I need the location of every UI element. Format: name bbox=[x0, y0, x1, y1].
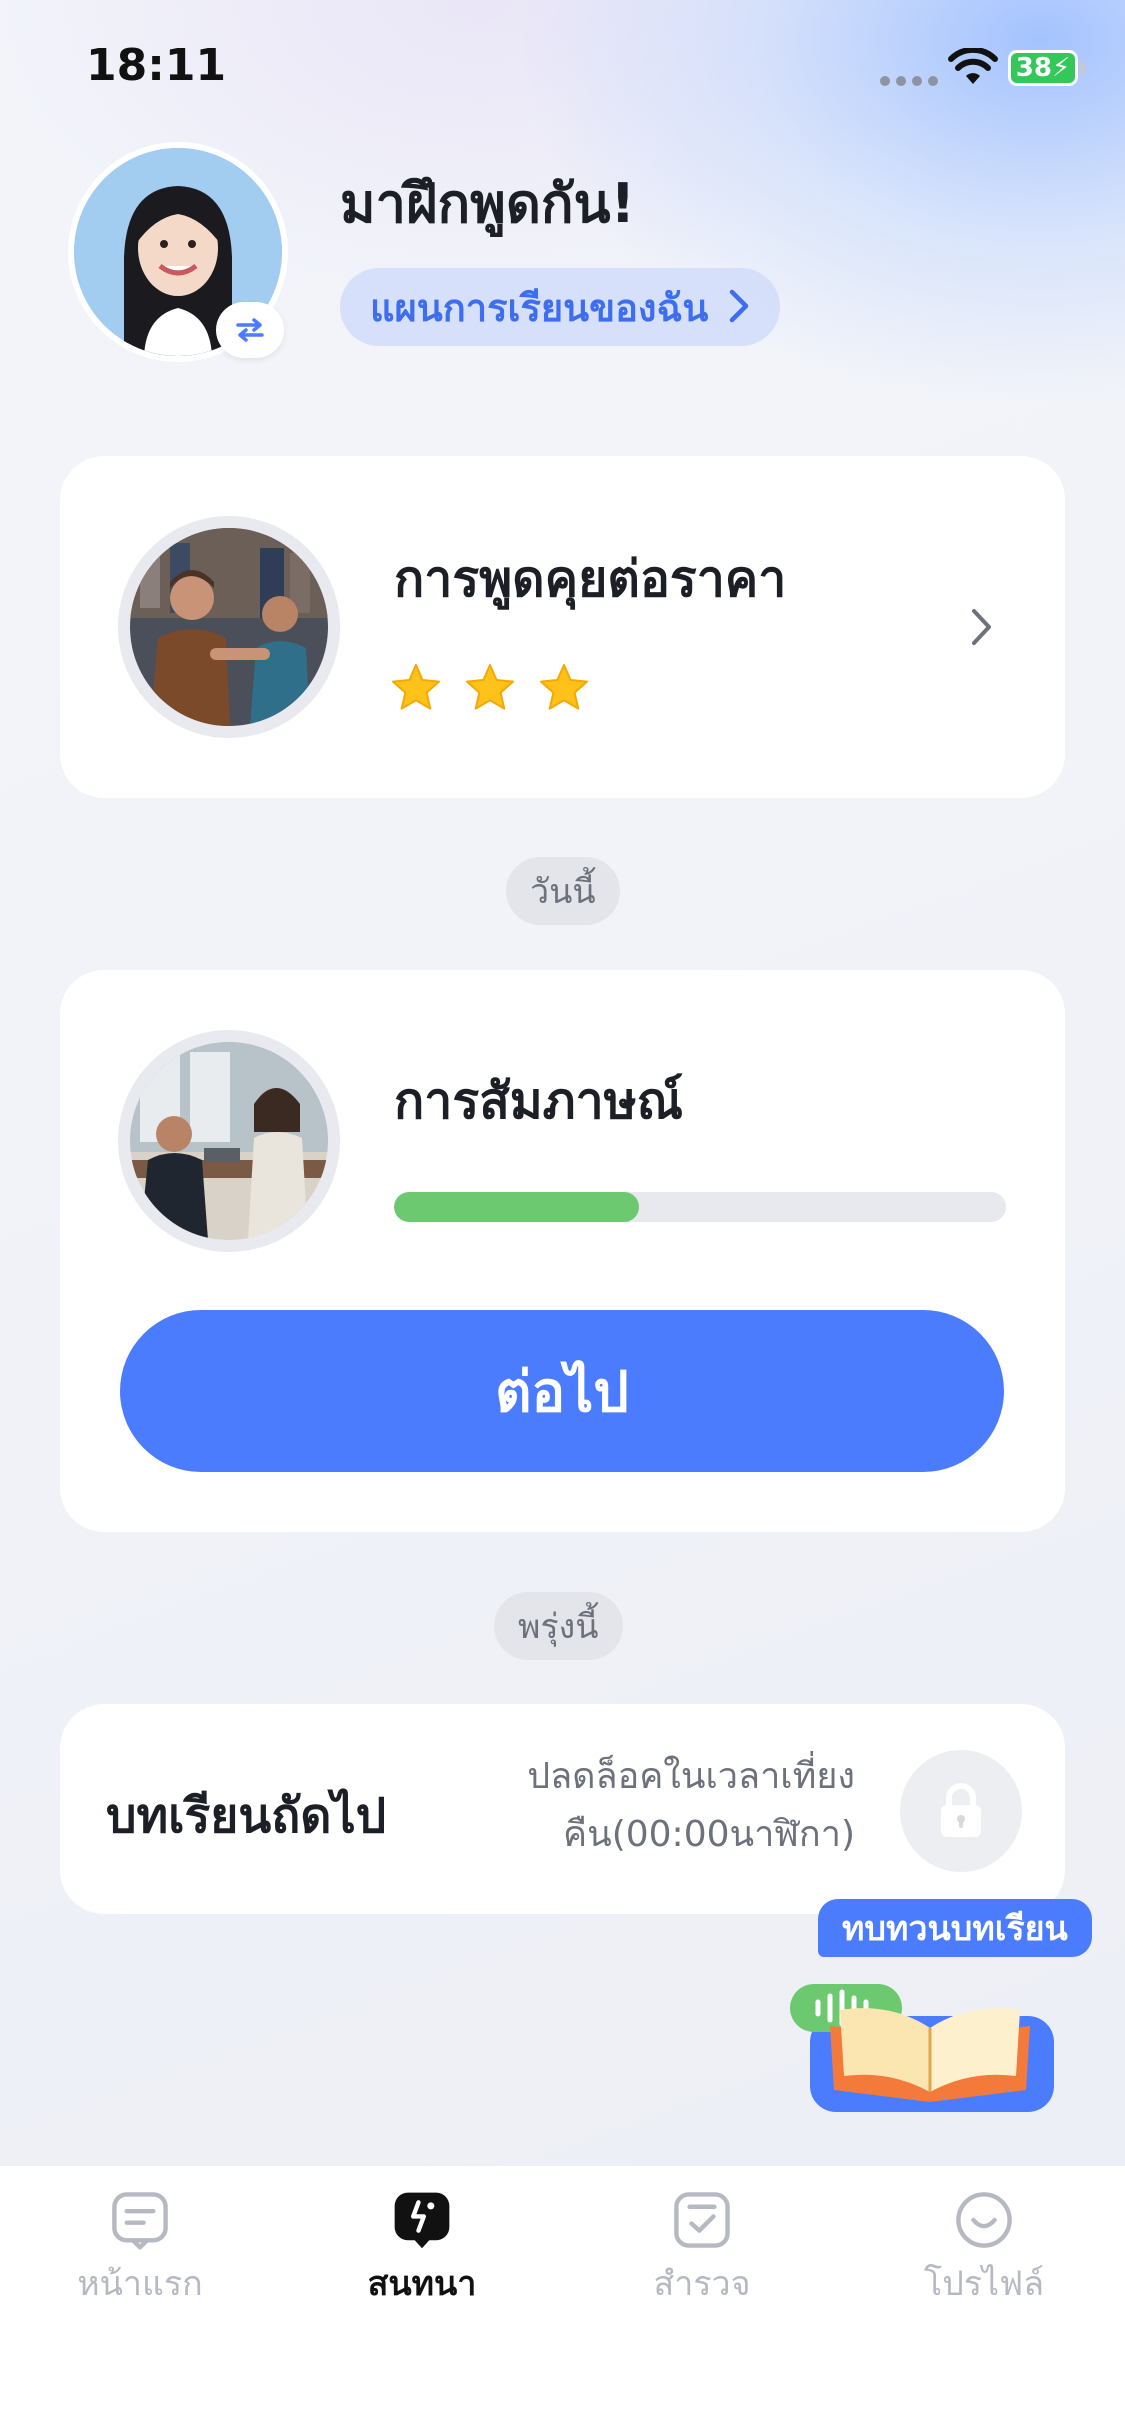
greeting-title: มาฝึกพูดกัน! bbox=[340, 172, 636, 235]
talk-icon bbox=[394, 2192, 450, 2249]
tab-home[interactable]: หน้าแรก bbox=[40, 2190, 240, 2310]
wifi-icon bbox=[948, 48, 998, 84]
interview-photo-icon bbox=[130, 1042, 328, 1240]
swap-arrows-icon bbox=[236, 318, 264, 342]
completed-lesson-title: การพูดคุยต่อราคา bbox=[394, 550, 787, 608]
next-lesson-title: บทเรียนถัดไป bbox=[106, 1788, 387, 1844]
tomorrow-label: พรุ่งนี้ bbox=[494, 1592, 623, 1660]
tutor-avatar-container[interactable] bbox=[68, 142, 288, 362]
battery-indicator: 38 ⚡ bbox=[1008, 50, 1078, 86]
star-icon bbox=[540, 664, 588, 710]
lesson-progress-bar bbox=[394, 1192, 1006, 1222]
star-icon bbox=[392, 664, 440, 710]
tab-label: โปรไฟล์ bbox=[923, 2264, 1045, 2304]
today-lesson-card: การสัมภาษณ์ ต่อไป bbox=[60, 970, 1065, 1532]
completed-lesson-card[interactable]: การพูดคุยต่อราคา bbox=[60, 456, 1065, 798]
home-chat-icon bbox=[112, 2192, 168, 2250]
continue-button[interactable]: ต่อไป bbox=[120, 1310, 1004, 1472]
tab-label: สำรวจ bbox=[653, 2264, 751, 2304]
tab-label: หน้าแรก bbox=[77, 2264, 203, 2304]
my-study-plan-button[interactable]: แผนการเรียนของฉัน bbox=[340, 268, 781, 346]
battery-level: 38 bbox=[1015, 53, 1052, 83]
open-book-icon[interactable] bbox=[790, 1980, 1060, 2116]
lock-icon bbox=[941, 1783, 981, 1837]
status-bar: 18:11 38 ⚡ bbox=[0, 0, 1125, 140]
unlock-time-text: ปลดล็อคในเวลาเที่ยง คืน(00:00นาฬิกา) bbox=[455, 1748, 855, 1864]
today-lesson-title: การสัมภาษณ์ bbox=[394, 1072, 684, 1130]
negotiation-photo-icon bbox=[130, 528, 328, 726]
tab-label: สนทนา bbox=[367, 2264, 477, 2304]
review-lessons-button[interactable]: ทบทวนบทเรียน bbox=[818, 1899, 1092, 1957]
tab-profile[interactable]: โปรไฟล์ bbox=[884, 2190, 1084, 2310]
next-lesson-card: บทเรียนถัดไป ปลดล็อคในเวลาเที่ยง คืน(00:… bbox=[60, 1704, 1065, 1914]
lesson-rating bbox=[390, 662, 590, 714]
battery-tip bbox=[1080, 61, 1085, 75]
explore-check-icon bbox=[674, 2192, 730, 2248]
bottom-tab-bar: หน้าแรก สนทนา สำรวจ โปรไฟล์ bbox=[0, 2166, 1125, 2436]
smile-profile-icon bbox=[956, 2192, 1012, 2248]
lesson-thumbnail bbox=[118, 1030, 340, 1252]
star-icon bbox=[466, 664, 514, 710]
switch-tutor-button[interactable] bbox=[216, 302, 284, 358]
locked-indicator bbox=[900, 1750, 1022, 1872]
chevron-right-icon bbox=[972, 609, 991, 645]
unlock-line-1: ปลดล็อคในเวลาเที่ยง bbox=[527, 1756, 855, 1797]
today-label: วันนี้ bbox=[506, 857, 620, 925]
study-plan-label: แผนการเรียนของฉัน bbox=[370, 285, 709, 330]
chevron-right-icon bbox=[730, 289, 749, 323]
status-time: 18:11 bbox=[86, 40, 227, 91]
unlock-line-2: คืน(00:00นาฬิกา) bbox=[563, 1814, 855, 1855]
tab-talk[interactable]: สนทนา bbox=[322, 2190, 522, 2310]
cellular-signal-icon bbox=[880, 76, 938, 86]
lesson-progress-fill bbox=[394, 1192, 639, 1222]
lesson-thumbnail bbox=[118, 516, 340, 738]
tab-explore[interactable]: สำรวจ bbox=[602, 2190, 802, 2310]
